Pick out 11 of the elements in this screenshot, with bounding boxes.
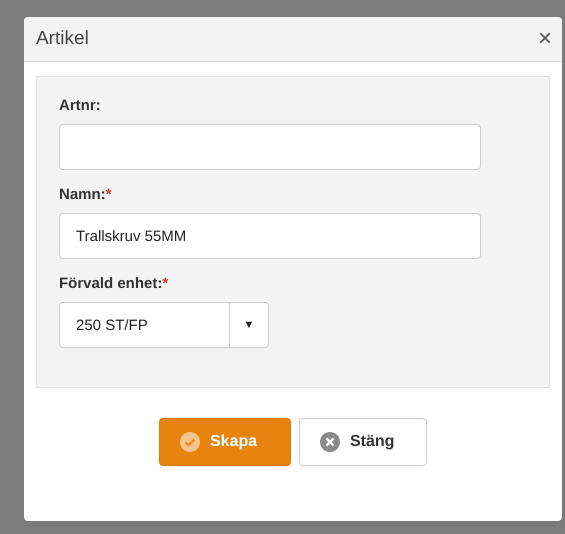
input-field[interactable]: Trallskruv 55MM xyxy=(59,213,481,259)
dialog-title: Artikel xyxy=(36,28,89,50)
dropdown[interactable]: 250 ST/FP ▼ xyxy=(59,302,269,348)
check-circle-icon xyxy=(180,432,200,452)
input-field[interactable] xyxy=(59,124,481,170)
field-label: Namn:* xyxy=(59,186,112,203)
field-label: Artnr: xyxy=(59,97,101,114)
close-dialog-button[interactable]: Stäng xyxy=(299,418,427,466)
field-label: Förvald enhet:* xyxy=(59,275,168,292)
x-circle-icon xyxy=(320,432,340,452)
close-button[interactable]: × xyxy=(538,27,552,51)
